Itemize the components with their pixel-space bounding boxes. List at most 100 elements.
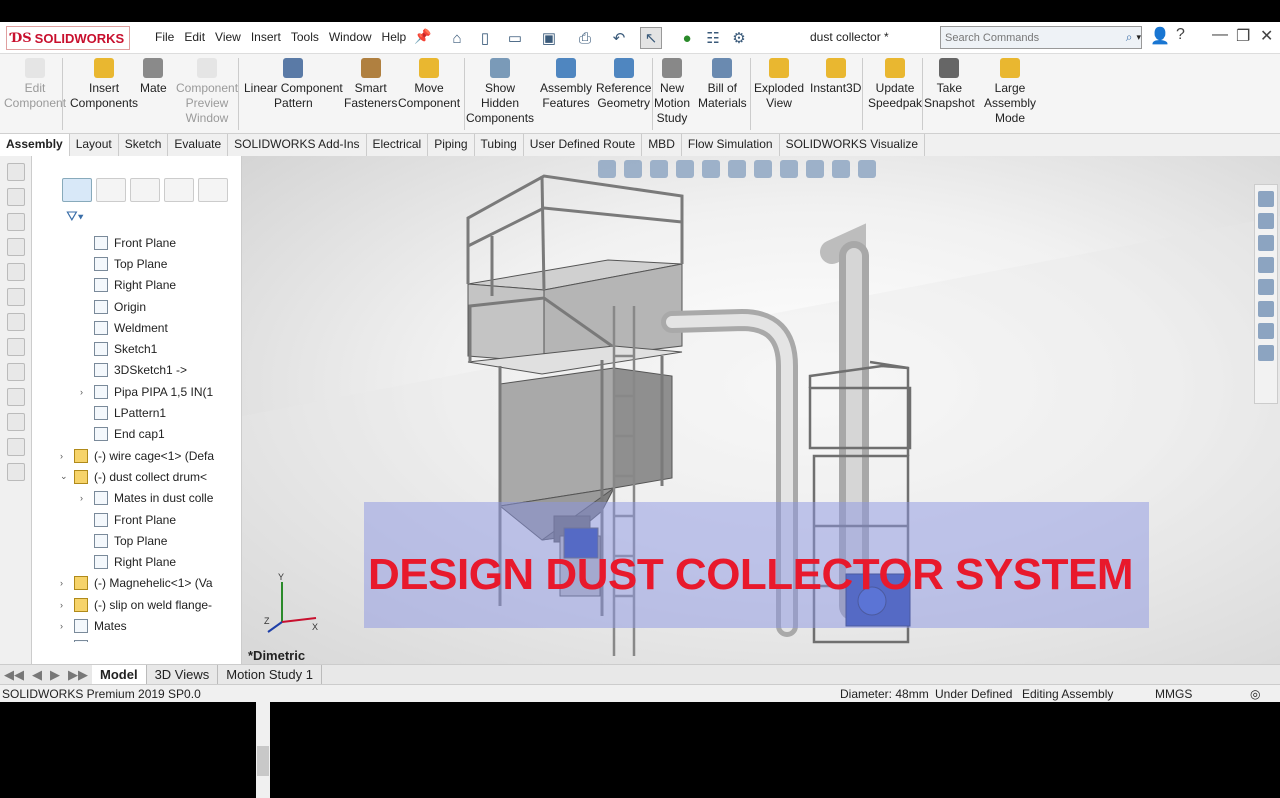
tree-node[interactable]: ⌄ (-) dust collect drum< [60,466,236,487]
tree-node[interactable]: › (-) wire cage<1> (Defa [60,445,236,466]
bottom-tab-3d-views[interactable]: 3D Views [147,665,219,684]
section-view-icon[interactable] [676,160,694,178]
dynamic-annotation-icon[interactable] [702,160,720,178]
cmd-linear-component-pattern[interactable]: Linear Component Pattern [244,58,343,111]
tab-assembly[interactable]: Assembly [0,134,70,156]
tool-icon[interactable] [6,438,25,456]
filter-icon[interactable]: ⛛▾ [66,208,84,225]
tree-node[interactable]: Right Plane [60,551,236,572]
display-style-icon[interactable] [754,160,772,178]
search-commands-input[interactable]: Search Commands ⌕ ▾ [940,26,1142,49]
tool-icon[interactable] [6,388,25,406]
tree-node[interactable]: ›MirrorComponent1 [60,637,236,642]
status-icon[interactable]: ◎ [1250,687,1260,701]
tab-solidworks-add-ins[interactable]: SOLIDWORKS Add-Ins [228,134,367,156]
open-folder-icon[interactable]: ▭ [504,27,526,49]
menu-help[interactable]: Help [377,30,412,44]
rebuild-traffic-light-icon[interactable]: ● [676,27,698,49]
home-icon[interactable]: ⌂ [446,27,468,49]
bottom-tab-model[interactable]: Model [92,665,147,684]
hide-show-items-icon[interactable] [780,160,798,178]
expand-arrow-icon[interactable]: › [60,578,70,588]
menu-insert[interactable]: Insert [246,30,286,44]
tool-icon[interactable] [6,363,25,381]
expand-arrow-icon[interactable]: ⌄ [60,471,70,482]
tool-icon[interactable] [6,263,25,281]
tree-node[interactable]: › (-) slip on weld flange- [60,594,236,615]
previous-view-icon[interactable] [650,160,668,178]
tool-icon[interactable] [6,313,25,331]
solidworks-logo[interactable]: ƊS SOLIDWORKS [6,26,130,50]
tree-node[interactable]: Origin [60,296,236,317]
menu-edit[interactable]: Edit [179,30,210,44]
tab-flow-simulation[interactable]: Flow Simulation [682,134,780,156]
chevron-down-icon[interactable]: ▾ [1136,32,1141,43]
options-gear-icon[interactable]: ⚙ [728,27,750,49]
appearances-icon[interactable] [1258,279,1274,295]
scrollbar-thumb[interactable] [257,746,269,776]
view-settings-icon[interactable] [858,160,876,178]
tree-node[interactable]: › Mates in dust colle [60,488,236,509]
tree-node[interactable]: Front Plane [60,232,236,253]
tool-icon[interactable] [6,288,25,306]
cmd-component-preview-window[interactable]: Component Preview Window [176,58,238,126]
zoom-to-fit-icon[interactable] [598,160,616,178]
design-library-icon[interactable] [1258,213,1274,229]
configuration-manager-tab-icon[interactable] [130,178,160,202]
user-icon[interactable]: 👤 [1150,26,1170,46]
edit-appearance-icon[interactable] [806,160,824,178]
forum-icon[interactable] [1258,323,1274,339]
cmd-show-hidden-components[interactable]: Show Hidden Components [466,58,534,126]
cmd-insert-components[interactable]: Insert Components [70,58,138,111]
tool-icon[interactable] [6,463,25,481]
feature-tree-tab-icon[interactable] [62,178,92,202]
expand-arrow-icon[interactable]: › [80,387,90,397]
help-icon[interactable]: ? [1176,26,1185,44]
new-document-icon[interactable]: ▯ [474,27,496,49]
expand-arrow-icon[interactable]: › [60,451,70,461]
nav-first-icon[interactable]: ◀◀ [0,667,28,683]
tab-tubing[interactable]: Tubing [475,134,524,156]
dimxpert-tab-icon[interactable] [164,178,194,202]
file-explorer-icon[interactable] [1258,235,1274,251]
tree-node[interactable]: Right Plane [60,275,236,296]
cmd-exploded-view[interactable]: Exploded View [754,58,804,111]
zoom-to-area-icon[interactable] [624,160,642,178]
menu-tools[interactable]: Tools [286,30,324,44]
bottom-tab-motion-study-1[interactable]: Motion Study 1 [218,665,322,684]
expand-arrow-icon[interactable]: › [80,493,90,503]
save-icon[interactable]: ▣ [538,27,560,49]
tree-node[interactable]: 3DSketch1 -> [60,360,236,381]
tree-node[interactable]: LPattern1 [60,402,236,423]
restore-icon[interactable]: ❐ [1236,26,1250,46]
tree-node[interactable]: › (-) Magnehelic<1> (Va [60,573,236,594]
solidworks-resources-icon[interactable] [1258,191,1274,207]
menu-window[interactable]: Window [324,30,377,44]
cmd-move-component[interactable]: Move Component [398,58,460,111]
tab-piping[interactable]: Piping [428,134,475,156]
tab-electrical[interactable]: Electrical [367,134,429,156]
tool-icon[interactable] [6,338,25,356]
tool-icon[interactable] [6,188,25,206]
minimize-icon[interactable]: — [1212,26,1228,44]
nav-next-icon[interactable]: ▶ [46,667,64,683]
select-cursor-icon[interactable]: ↖ [640,27,662,49]
expand-arrow-icon[interactable]: › [60,621,70,631]
tool-icon[interactable] [6,213,25,231]
nav-prev-icon[interactable]: ◀ [28,667,46,683]
custom-properties-icon[interactable] [1258,301,1274,317]
graphics-area[interactable]: DESIGN DUST COLLECTOR SYSTEM Y X Z *Dime… [242,156,1280,664]
close-icon[interactable]: ✕ [1260,26,1273,46]
tab-sketch[interactable]: Sketch [119,134,169,156]
print-icon[interactable]: ⎙ [574,27,596,49]
cmd-new-motion-study[interactable]: New Motion Study [654,58,690,126]
tree-node[interactable]: Top Plane [60,253,236,274]
expand-arrow-icon[interactable]: › [60,600,70,610]
flow-simulation-icon[interactable] [1258,345,1274,361]
tab-layout[interactable]: Layout [70,134,119,156]
display-manager-tab-icon[interactable] [198,178,228,202]
tree-node[interactable]: Top Plane [60,530,236,551]
file-properties-icon[interactable]: ☷ [702,27,724,49]
cmd-instant3d[interactable]: Instant3D [810,58,861,96]
tree-node[interactable]: Sketch1 [60,338,236,359]
